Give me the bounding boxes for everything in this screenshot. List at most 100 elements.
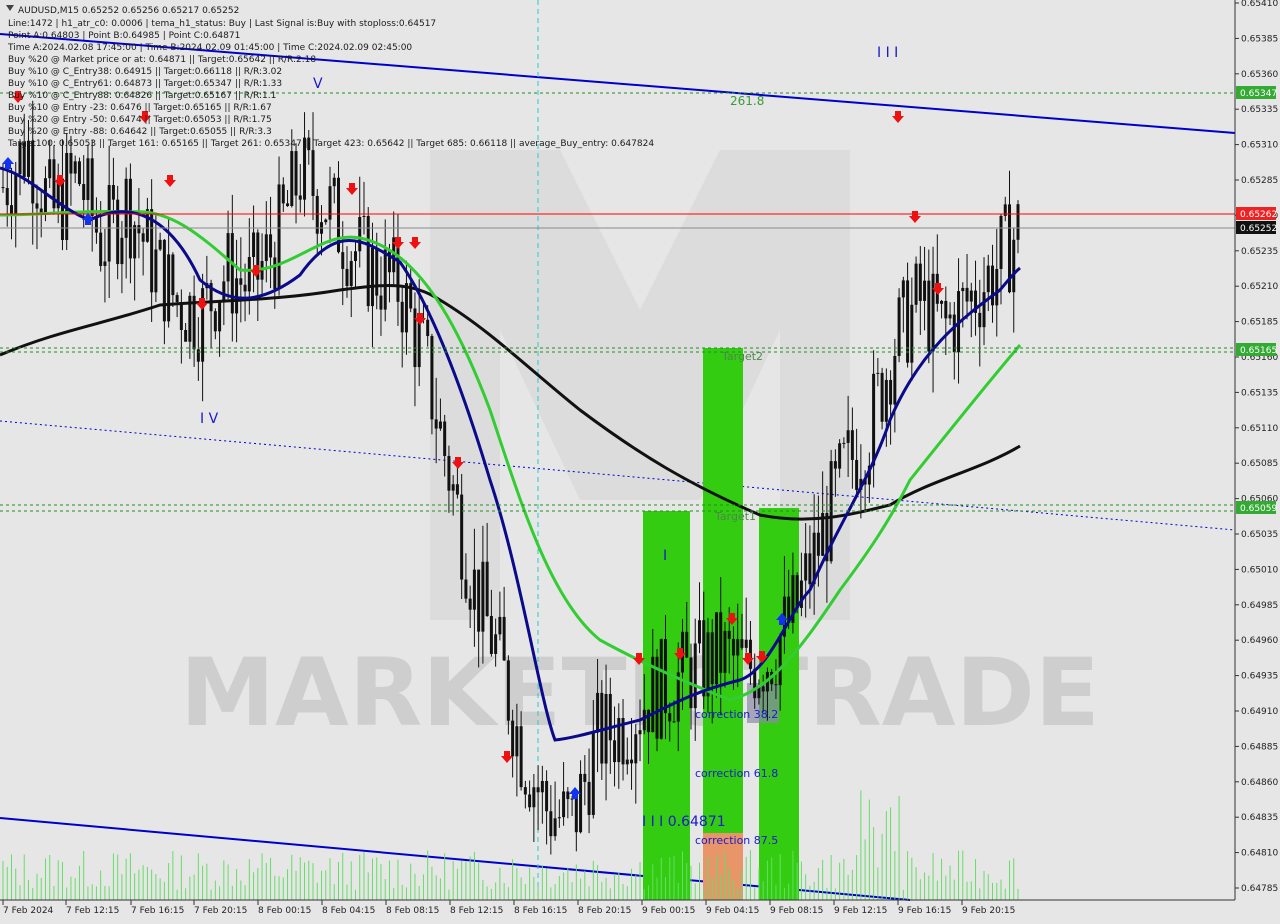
candle-body <box>872 373 876 466</box>
candle-body <box>477 569 481 632</box>
price-tick-label: 0.65385 <box>1241 34 1278 44</box>
candle-body <box>65 152 69 241</box>
price-tick-label: 0.64785 <box>1241 884 1278 894</box>
candle-body <box>723 630 727 673</box>
candle-body <box>901 280 905 298</box>
candle-body <box>795 575 799 608</box>
candle-body <box>880 372 884 422</box>
price-axis-background <box>1235 0 1280 900</box>
candle-body <box>133 225 137 259</box>
candle-body <box>498 616 502 635</box>
wave-i-label: I <box>663 548 667 564</box>
price-chart[interactable]: MARKETIQTRADE 261.8 Target2 Target1 I I … <box>0 0 1280 920</box>
tag-65252: 0.65252 <box>1240 224 1277 234</box>
candle-body <box>562 791 566 818</box>
candle-body <box>426 319 430 337</box>
candle-body <box>778 636 782 686</box>
candle-body <box>961 287 965 292</box>
candle-body <box>213 311 217 332</box>
candle-body <box>727 630 731 639</box>
candle-body <box>14 174 18 215</box>
candle-body <box>545 780 549 812</box>
time-tick-label: 8 Feb 04:15 <box>322 906 375 916</box>
price-tick-label: 0.65135 <box>1241 388 1278 398</box>
candle-body <box>808 553 812 585</box>
candle-body <box>952 314 956 353</box>
candle-body <box>294 151 298 196</box>
time-tick-label: 8 Feb 16:15 <box>514 906 567 916</box>
candle-body <box>647 709 651 733</box>
candle-body <box>761 686 765 692</box>
candle-body <box>706 632 710 697</box>
time-tick-label: 9 Feb 20:15 <box>962 906 1015 916</box>
price-tick-label: 0.65110 <box>1241 424 1278 434</box>
candle-body <box>625 759 629 765</box>
candle-body <box>69 152 73 174</box>
correction-87-label: correction 87.5 <box>695 834 778 847</box>
candle-body <box>328 186 332 220</box>
candle-body <box>744 639 748 648</box>
candle-body <box>366 215 370 307</box>
candle-body <box>664 639 668 714</box>
tag-65165: 0.65165 <box>1240 346 1277 356</box>
candle-body <box>247 257 251 292</box>
price-tick-label: 0.65410 <box>1241 0 1278 9</box>
candle-body <box>218 302 222 332</box>
target1-label: Target1 <box>714 510 756 523</box>
candle-body <box>566 791 570 800</box>
price-tick-label: 0.65285 <box>1241 176 1278 186</box>
candle-body <box>73 161 77 174</box>
candle-body <box>31 140 35 204</box>
candle-body <box>417 318 421 368</box>
candle-body <box>693 643 697 709</box>
candle-body <box>850 430 854 460</box>
candle-body <box>239 278 243 285</box>
candle-body <box>485 561 489 617</box>
candle-body <box>243 284 247 292</box>
candle-body <box>855 459 859 490</box>
candle-body <box>9 205 13 215</box>
candle-body <box>273 257 277 290</box>
price-tick-label: 0.65360 <box>1241 70 1278 80</box>
target2-label: Target2 <box>721 350 763 363</box>
tag-65059: 0.65059 <box>1240 504 1277 514</box>
candle-body <box>1016 204 1020 240</box>
price-tick-label: 0.65235 <box>1241 247 1278 257</box>
info-line: Buy %10 @ C_Entry88: 0.64826 || Target:0… <box>8 91 276 101</box>
candle-body <box>714 612 718 685</box>
candle-body <box>82 184 86 200</box>
candle-body <box>264 234 268 262</box>
candle-body <box>918 263 922 301</box>
tag-65262: 0.65262 <box>1240 210 1277 220</box>
time-tick-label: 8 Feb 20:15 <box>578 906 631 916</box>
time-tick-label: 8 Feb 00:15 <box>258 906 311 916</box>
candle-body <box>638 730 642 735</box>
candle-body <box>413 308 417 368</box>
candle-body <box>697 620 701 644</box>
candle-body <box>404 283 408 333</box>
candle-body <box>269 234 273 258</box>
price-tick-label: 0.64985 <box>1241 601 1278 611</box>
candle-body <box>608 693 612 741</box>
time-tick-label: 7 Feb 20:15 <box>194 906 247 916</box>
candle-body <box>345 268 349 286</box>
wave-iii-value-label: I I I 0.64871 <box>642 814 726 830</box>
candle-body <box>290 151 294 207</box>
info-line: Time A:2024.02.08 17:45:00 | Time B:2024… <box>7 43 412 53</box>
candle-body <box>154 249 158 293</box>
candle-body <box>277 184 281 290</box>
candle-body <box>549 811 553 837</box>
candle-body <box>583 773 587 782</box>
candle-body <box>128 178 132 259</box>
candle-body <box>5 188 9 206</box>
candle-body <box>906 280 910 363</box>
candle-body <box>141 233 145 242</box>
candle-body <box>171 254 175 296</box>
candle-body <box>659 639 663 739</box>
candle-body <box>995 268 999 306</box>
candle-body <box>914 263 918 305</box>
candle-body <box>553 818 557 837</box>
candle-body <box>175 295 179 302</box>
candle-body <box>931 273 935 352</box>
candle-body <box>48 159 52 179</box>
